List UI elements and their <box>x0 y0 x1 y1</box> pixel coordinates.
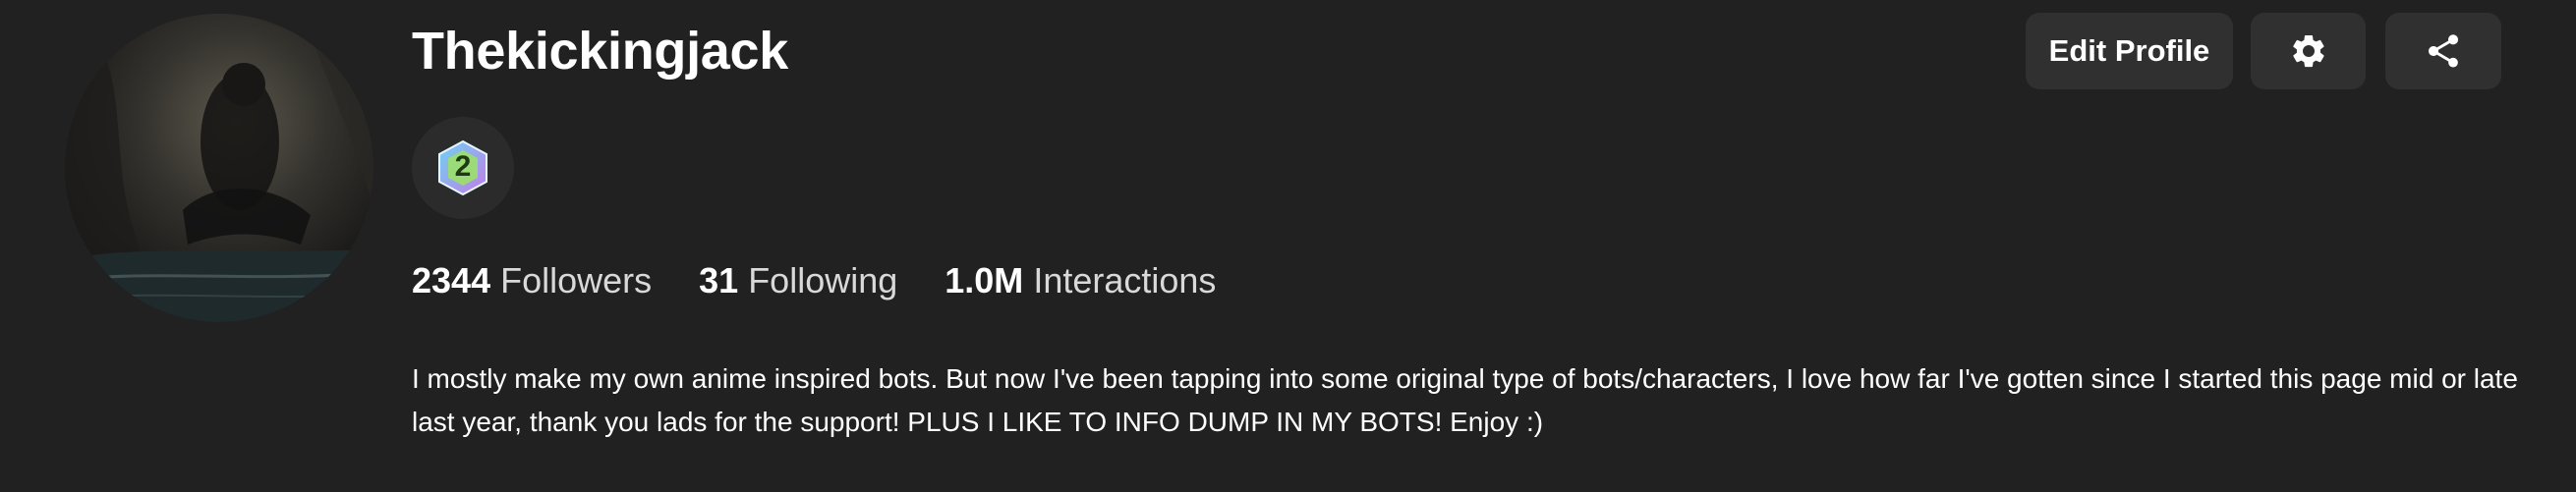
share-button[interactable] <box>2385 13 2501 89</box>
settings-button[interactable] <box>2251 13 2366 89</box>
interactions-stat: 1.0M Interactions <box>945 253 1216 308</box>
interactions-count: 1.0M <box>945 260 1024 301</box>
gear-icon <box>2292 34 2324 68</box>
following-count: 31 <box>699 260 739 301</box>
following-label: Following <box>748 260 898 301</box>
profile-stats: 2344 Followers 31 Following 1.0M Interactions <box>412 253 1263 308</box>
edit-profile-button[interactable]: Edit Profile <box>2026 13 2233 89</box>
profile-bio: I mostly make my own anime inspired bots… <box>412 363 2518 437</box>
followers-count: 2344 <box>412 260 491 301</box>
share-icon <box>2428 34 2459 68</box>
interactions-label: Interactions <box>1033 260 1217 301</box>
followers-stat[interactable]: 2344 Followers <box>412 253 652 308</box>
level-badge[interactable]: 2 <box>412 117 514 219</box>
avatar[interactable] <box>65 14 373 322</box>
username: Thekickingjack <box>412 22 788 81</box>
avatar-image <box>65 14 373 322</box>
badge-level-number: 2 <box>454 150 472 183</box>
followers-label: Followers <box>500 260 653 301</box>
following-stat[interactable]: 31 Following <box>699 253 897 308</box>
